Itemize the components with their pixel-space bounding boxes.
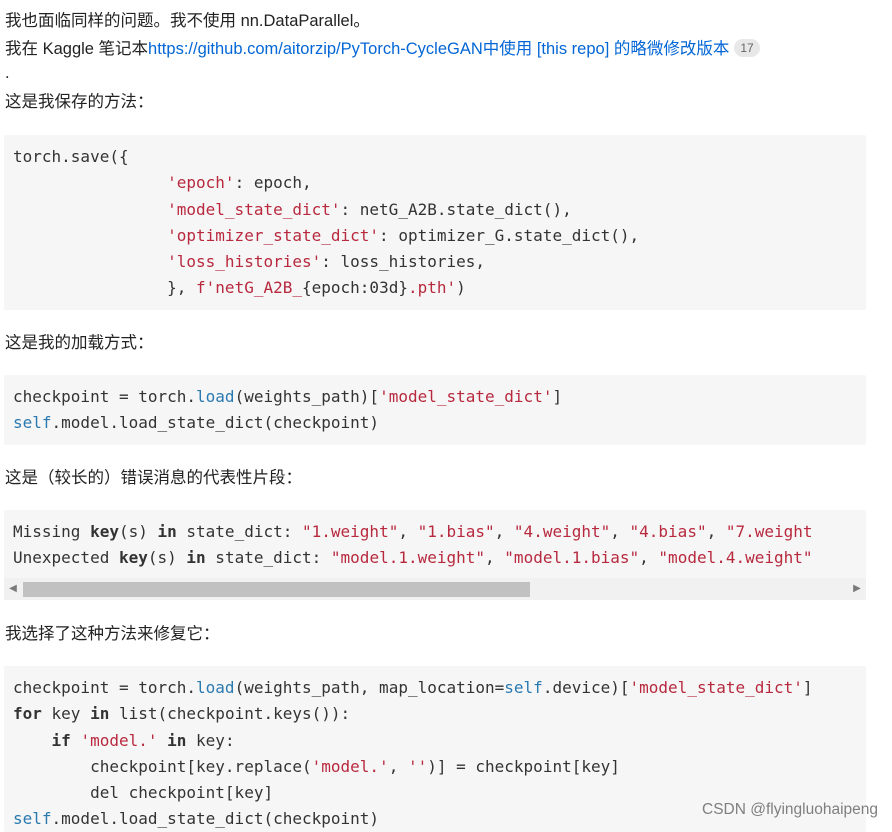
code-line: Missing key(s) in state_dict: "1.weight"… xyxy=(13,522,813,541)
paragraph-load-intro: 这是我的加载方式： xyxy=(5,334,154,352)
code-line: checkpoint = torch.load(weights_path)['m… xyxy=(13,387,563,406)
code-line: 'loss_histories': loss_histories, xyxy=(167,252,486,272)
code-line: 'model_state_dict': netG_A2B.state_dict(… xyxy=(167,199,572,219)
code-line: checkpoint = torch.load(weights_path, ma… xyxy=(13,678,813,697)
paragraph-fix-intro: 我选择了这种方法来修复它： xyxy=(5,625,220,643)
scroll-right-arrow-icon[interactable]: ▶ xyxy=(848,578,866,600)
code-line: if 'model.' in key: xyxy=(51,730,235,750)
code-line: 'epoch': epoch, xyxy=(167,173,312,193)
repo-link[interactable]: https://github.com/aitorzip/PyTorch-Cycl… xyxy=(148,40,729,58)
paragraph-repo: 我在 Kaggle 笔记本https://github.com/aitorzip… xyxy=(5,36,760,62)
scrollbar-thumb[interactable] xyxy=(23,582,530,597)
paragraph-error-intro: 这是（较长的）错误消息的代表性片段： xyxy=(5,469,302,487)
code-line: torch.save({ xyxy=(13,147,129,166)
code-line: }, f'netG_A2B_{epoch:03d}.pth') xyxy=(167,278,466,298)
code-block-error[interactable]: Missing key(s) in state_dict: "1.weight"… xyxy=(4,510,866,578)
comment-count-badge[interactable]: 17 xyxy=(734,39,760,57)
code-line: self.model.load_state_dict(checkpoint) xyxy=(13,413,380,433)
paragraph-repo-prefix: 我在 Kaggle 笔记本 xyxy=(5,40,149,58)
horizontal-scrollbar[interactable]: ◀ ▶ xyxy=(4,578,866,600)
paragraph-save-intro: 这是我保存的方法： xyxy=(5,93,154,111)
scroll-left-arrow-icon[interactable]: ◀ xyxy=(4,578,22,600)
code-line: 'optimizer_state_dict': optimizer_G.stat… xyxy=(167,225,640,245)
code-line: checkpoint[key.replace('model.', '')] = … xyxy=(13,756,620,776)
paragraph-period: . xyxy=(5,64,10,82)
code-line: for key in list(checkpoint.keys()): xyxy=(13,704,351,724)
csdn-watermark: CSDN @flyingluohaipeng xyxy=(702,801,878,818)
code-block-load: checkpoint = torch.load(weights_path)['m… xyxy=(4,375,866,445)
code-block-save: torch.save({ 'epoch': epoch, 'model_stat… xyxy=(4,135,866,310)
paragraph-intro: 我也面临同样的问题。我不使用 nn.DataParallel。 xyxy=(5,12,370,30)
code-line: Unexpected key(s) in state_dict: "model.… xyxy=(13,548,813,568)
